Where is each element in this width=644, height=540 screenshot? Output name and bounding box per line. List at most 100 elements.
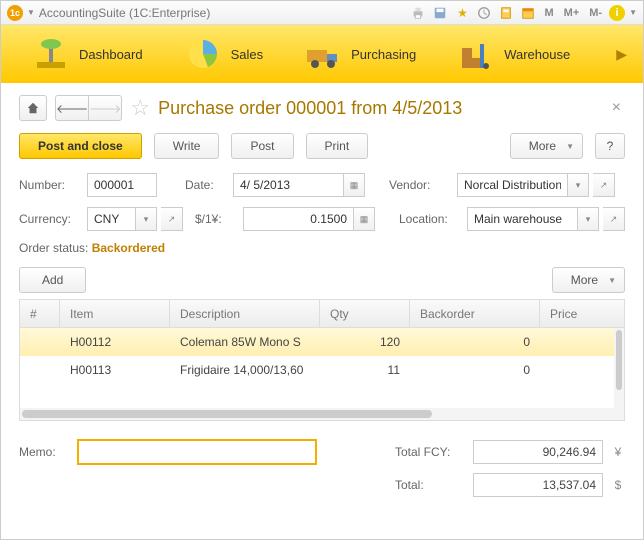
nav-label: Sales: [231, 47, 264, 62]
warehouse-icon: [456, 34, 496, 74]
app-logo-icon: 1c: [7, 5, 23, 21]
help-button[interactable]: ?: [595, 133, 625, 159]
total-currency-symbol: $: [611, 478, 625, 492]
cell-desc: Frigidaire 14,000/13,60: [170, 363, 320, 377]
nav-scroll-right-icon[interactable]: ▶: [610, 46, 633, 63]
form-row-2: Currency: ▾ ↗ $/1¥: ▦ Location: ▾ ↗: [19, 207, 625, 231]
currency-dropdown-icon[interactable]: ▾: [135, 207, 157, 231]
location-label: Location:: [399, 212, 459, 226]
vendor-input[interactable]: [457, 173, 567, 197]
calendar-picker-icon[interactable]: ▦: [343, 173, 365, 197]
cell-qty: 11: [320, 363, 410, 377]
vendor-open-icon[interactable]: ↗: [593, 173, 615, 197]
rate-label: $/1¥:: [195, 212, 235, 226]
sales-icon: [183, 34, 223, 74]
calculator-icon[interactable]: [497, 4, 515, 22]
table-row[interactable]: H00112 Coleman 85W Mono S 120 0: [20, 328, 624, 356]
close-button[interactable]: ×: [608, 99, 625, 117]
date-label: Date:: [185, 178, 225, 192]
form-row-1: Number: Date: ▦ Vendor: ▾ ↗: [19, 173, 625, 197]
info-icon[interactable]: i: [609, 5, 625, 21]
home-button[interactable]: [19, 95, 47, 121]
chevron-down-icon: ▼: [608, 276, 616, 285]
rate-calculator-icon[interactable]: ▦: [353, 207, 375, 231]
history-icon[interactable]: [475, 4, 493, 22]
info-dropdown-icon[interactable]: ▼: [629, 8, 637, 17]
col-backorder[interactable]: Backorder: [410, 300, 540, 327]
number-label: Number:: [19, 178, 79, 192]
dashboard-icon: [31, 34, 71, 74]
col-qty[interactable]: Qty: [320, 300, 410, 327]
col-item[interactable]: Item: [60, 300, 170, 327]
app-menu-dropdown-icon[interactable]: ▼: [27, 8, 35, 17]
page-title: Purchase order 000001 from 4/5/2013: [158, 98, 462, 119]
vendor-dropdown-icon[interactable]: ▾: [567, 173, 589, 197]
total-fcy-label: Total FCY:: [395, 445, 465, 459]
content-area: 🡐 🡒 ☆ Purchase order 000001 from 4/5/201…: [1, 83, 643, 517]
forward-button[interactable]: 🡒: [89, 95, 122, 121]
col-desc[interactable]: Description: [170, 300, 320, 327]
nav-label: Dashboard: [79, 47, 143, 62]
purchasing-icon: [303, 34, 343, 74]
nav-sales[interactable]: Sales: [163, 25, 284, 83]
fcy-currency-symbol: ¥: [611, 445, 625, 459]
col-num[interactable]: #: [20, 300, 60, 327]
nav-back-forward-group: 🡐 🡒: [55, 95, 122, 121]
post-and-close-button[interactable]: Post and close: [19, 133, 142, 159]
memory-m-button[interactable]: M: [541, 7, 556, 19]
horizontal-scrollbar[interactable]: [20, 408, 624, 420]
location-open-icon[interactable]: ↗: [603, 207, 625, 231]
table-header: # Item Description Qty Backorder Price: [20, 300, 624, 328]
nav-label: Warehouse: [504, 47, 570, 62]
nav-purchasing[interactable]: Purchasing: [283, 25, 436, 83]
cell-backorder: 0: [410, 363, 540, 377]
vendor-input-group: ▾ ↗: [457, 173, 615, 197]
calendar-icon[interactable]: [519, 4, 537, 22]
chevron-down-icon: ▼: [566, 142, 574, 151]
nav-label: Purchasing: [351, 47, 416, 62]
number-input[interactable]: [87, 173, 157, 197]
back-button[interactable]: 🡐: [55, 95, 89, 121]
cell-item: H00113: [60, 363, 170, 377]
memory-mminus-button[interactable]: M-: [586, 7, 605, 19]
post-button[interactable]: Post: [231, 133, 293, 159]
favorite-icon[interactable]: ★: [453, 4, 471, 22]
cell-desc: Coleman 85W Mono S: [170, 335, 320, 349]
cell-backorder: 0: [410, 335, 540, 349]
date-input-group: ▦: [233, 173, 365, 197]
currency-open-icon[interactable]: ↗: [161, 207, 183, 231]
save-icon[interactable]: [431, 4, 449, 22]
printer-icon[interactable]: [409, 4, 427, 22]
order-status-row: Order status: Backordered: [19, 241, 625, 255]
nav-dashboard[interactable]: Dashboard: [11, 25, 163, 83]
currency-input-group: ▾ ↗: [87, 207, 183, 231]
memo-input[interactable]: [77, 439, 317, 465]
rate-input-group: ▦: [243, 207, 375, 231]
memo-total-fcy-row: Memo: Total FCY: 90,246.94 ¥: [19, 439, 625, 465]
memo-label: Memo:: [19, 445, 69, 459]
favorite-star-icon[interactable]: ☆: [130, 95, 150, 121]
add-row-button[interactable]: Add: [19, 267, 86, 293]
line-items-table: # Item Description Qty Backorder Price H…: [19, 299, 625, 421]
print-button[interactable]: Print: [306, 133, 369, 159]
total-label: Total:: [395, 478, 465, 492]
currency-input[interactable]: [87, 207, 135, 231]
more-button[interactable]: More ▼: [510, 133, 583, 159]
write-button[interactable]: Write: [154, 133, 220, 159]
nav-warehouse[interactable]: Warehouse: [436, 25, 590, 83]
location-dropdown-icon[interactable]: ▾: [577, 207, 599, 231]
rate-input[interactable]: [243, 207, 353, 231]
memory-mplus-button[interactable]: M+: [561, 7, 583, 19]
total-fcy-value: 90,246.94: [473, 440, 603, 464]
date-input[interactable]: [233, 173, 343, 197]
vertical-scrollbar[interactable]: [614, 328, 624, 408]
action-button-row: Post and close Write Post Print More ▼ ?: [19, 133, 625, 159]
location-input[interactable]: [467, 207, 577, 231]
table-row[interactable]: H00113 Frigidaire 14,000/13,60 11 0: [20, 356, 624, 384]
currency-label: Currency:: [19, 212, 79, 226]
more-label: More: [529, 139, 556, 153]
table-more-button[interactable]: More▼: [552, 267, 625, 293]
cell-item: H00112: [60, 335, 170, 349]
total-value: 13,537.04: [473, 473, 603, 497]
col-price[interactable]: Price: [540, 300, 600, 327]
